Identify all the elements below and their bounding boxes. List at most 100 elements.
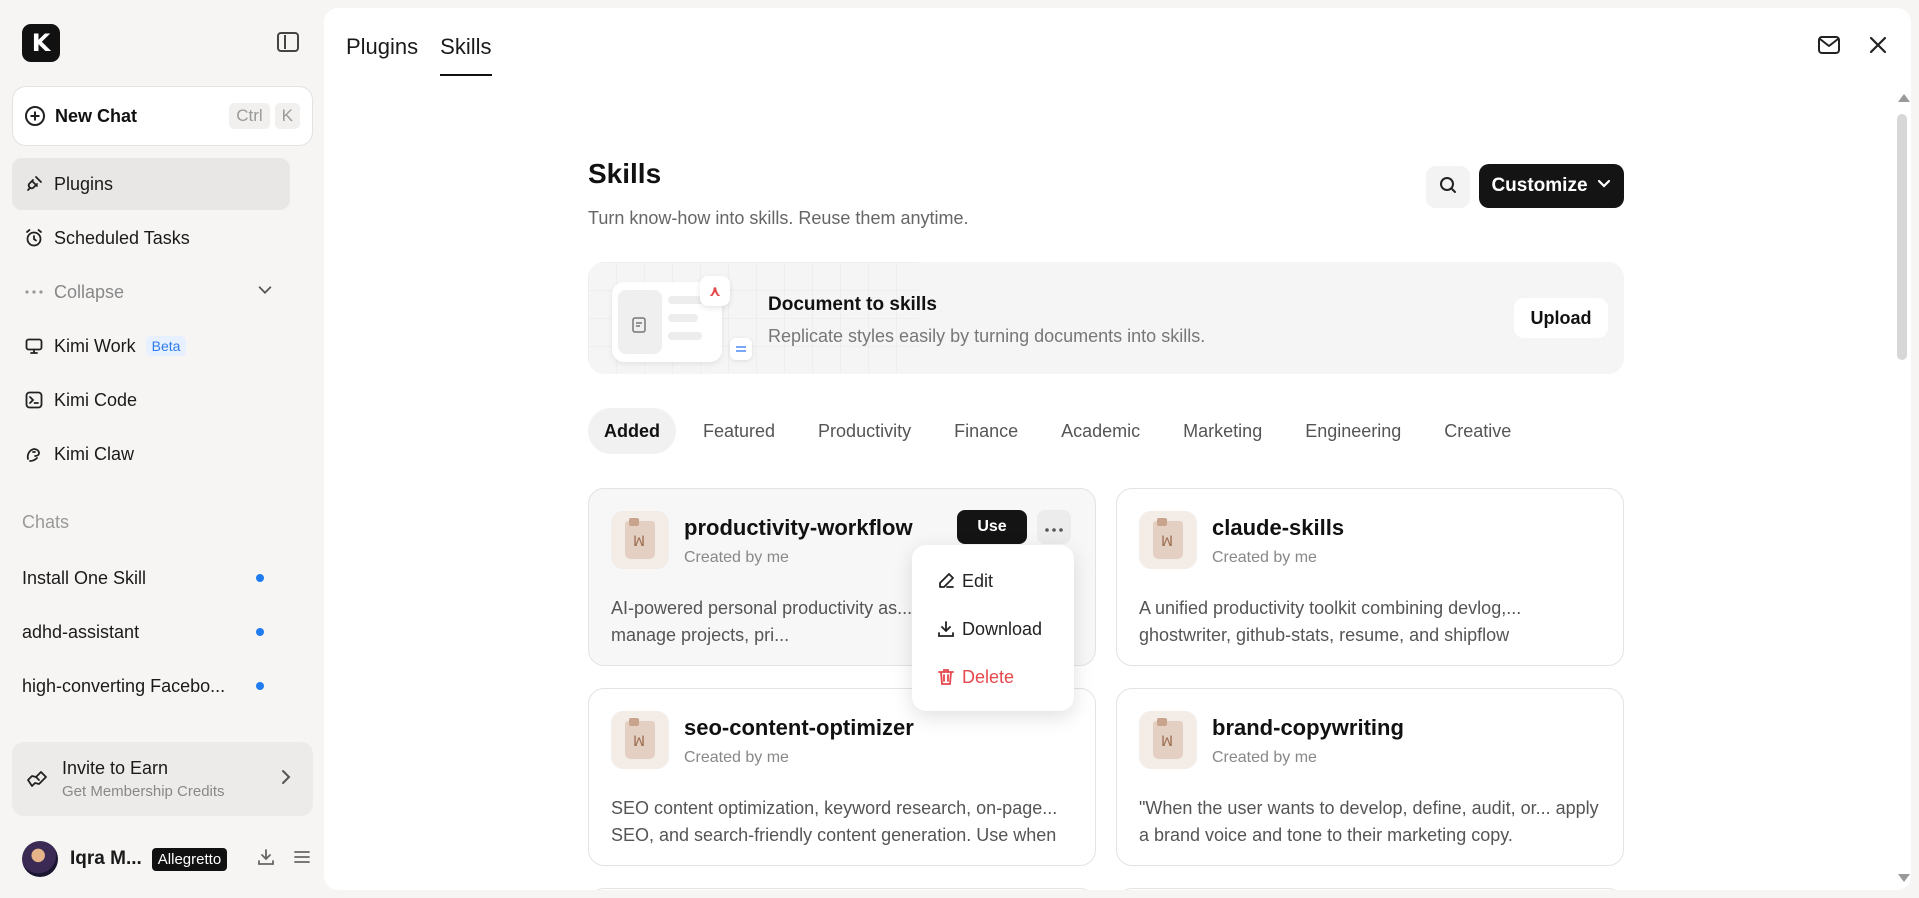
new-chat-label: New Chat [55,105,138,126]
plus-circle-icon [25,106,45,126]
skill-context-menu: Edit Download Delete [912,545,1074,711]
sidebar-item-scheduled-tasks[interactable]: Scheduled Tasks [12,212,290,264]
more-options-button[interactable] [1037,510,1071,544]
category-tab-engineering[interactable]: Engineering [1289,408,1417,454]
upload-button[interactable]: Upload [1514,298,1608,338]
skill-name: seo-content-optimizer [684,715,914,740]
sidebar-item-label: Collapse [54,281,125,302]
scroll-up-arrow[interactable] [1898,94,1910,102]
chat-item[interactable]: adhd-assistant [22,612,272,652]
customize-button[interactable]: Customize [1479,164,1624,208]
banner-subtitle: Replicate styles easily by turning docum… [768,326,1206,346]
beta-badge: Beta [145,336,187,356]
chat-title: high-converting Facebo... [22,675,226,696]
invite-title: Invite to Earn [62,758,169,778]
category-tab-productivity[interactable]: Productivity [802,408,927,454]
sidebar-item-label: Kimi Work [54,335,136,356]
scrollbar[interactable] [1893,88,1911,888]
invite-to-earn-button[interactable]: Invite to Earn Get Membership Credits [12,742,313,816]
kimi-logo[interactable]: K [22,24,60,62]
claw-icon [24,444,44,464]
download-icon[interactable] [256,847,276,872]
menu-item-delete[interactable]: Delete [912,653,1074,701]
category-tabs: Added Featured Productivity Finance Acad… [588,408,1538,454]
menu-icon[interactable] [292,847,312,872]
download-icon [938,621,954,637]
chat-item[interactable]: Install One Skill [22,558,272,598]
sidebar-item-plugins[interactable]: Plugins [12,158,290,210]
sidebar-item-label: Kimi Code [54,389,138,410]
skills-content: Skills Turn know-how into skills. Reuse … [588,158,1624,890]
sidebar: K New Chat Ctrl K Plugins Scheduled Task… [0,0,324,898]
menu-item-label: Delete [962,666,1015,687]
skill-scroll-icon [611,511,669,569]
sidebar-item-kimi-code[interactable]: Kimi Code [12,374,290,426]
document-to-skills-banner: ⋏ Document to skills Replicate styles ea… [588,262,1624,374]
unread-dot [256,682,264,690]
category-tab-featured[interactable]: Featured [687,408,791,454]
category-tab-marketing[interactable]: Marketing [1167,408,1278,454]
skill-name: brand-copywriting [1212,715,1404,740]
chat-title: Install One Skill [22,567,147,588]
skill-scroll-icon [1139,511,1197,569]
pdf-icon: ⋏ [700,276,730,306]
chat-item[interactable]: high-converting Facebo... [22,666,272,706]
skill-scroll-icon [611,711,669,769]
skill-card-seo-content-optimizer[interactable]: seo-content-optimizer Created by me SEO … [588,688,1096,866]
tab-plugins[interactable]: Plugins [346,34,418,76]
sidebar-item-kimi-work[interactable]: Kimi Work Beta [12,320,290,372]
menu-item-edit[interactable]: Edit [912,557,1074,605]
skill-scroll-icon [1139,711,1197,769]
unread-dot [256,574,264,582]
avatar[interactable] [22,841,58,877]
chats-section-label: Chats [22,512,70,532]
category-tab-finance[interactable]: Finance [938,408,1034,454]
invite-subtitle: Get Membership Credits [62,783,225,800]
scroll-thumb[interactable] [1897,114,1907,360]
sidebar-item-collapse[interactable]: Collapse [12,266,290,318]
sidebar-item-label: Kimi Claw [54,443,135,464]
main-panel: Plugins Skills Skills Turn know-how into… [324,8,1911,890]
menu-item-label: Edit [962,570,994,591]
category-tab-academic[interactable]: Academic [1045,408,1156,454]
skill-description: A unified productivity toolkit combining… [1139,598,1522,645]
skill-author: Created by me [1212,549,1317,566]
terminal-icon [24,390,44,410]
skill-card-partial[interactable] [588,888,1096,890]
skill-description: "When the user wants to develop, define,… [1139,798,1599,845]
menu-item-label: Download [962,618,1043,639]
alarm-clock-icon [24,228,44,248]
skill-name: productivity-workflow [684,515,913,540]
chevron-down-icon [256,281,274,304]
sidebar-item-label: Plugins [54,173,114,194]
shortcut-key-ctrl: Ctrl [229,103,270,129]
scroll-down-arrow[interactable] [1898,874,1910,882]
skill-card-partial[interactable] [1116,888,1624,890]
mail-icon[interactable] [1817,34,1841,61]
skill-card-claude-skills[interactable]: claude-skills Created by me A unified pr… [1116,488,1624,666]
new-chat-button[interactable]: New Chat Ctrl K [12,86,313,146]
close-icon[interactable] [1867,34,1889,61]
sidebar-item-label: Scheduled Tasks [54,227,190,248]
sidebar-item-kimi-claw[interactable]: Kimi Claw [12,428,290,480]
banner-title: Document to skills [768,294,937,315]
unread-dot [256,628,264,636]
chevron-down-icon [1596,175,1612,197]
use-skill-button[interactable]: Use [957,510,1027,544]
category-tab-creative[interactable]: Creative [1428,408,1527,454]
chat-title: adhd-assistant [22,621,140,642]
tab-skills[interactable]: Skills [440,34,492,76]
trash-icon [938,669,954,685]
category-tab-added[interactable]: Added [588,408,676,454]
menu-item-download[interactable]: Download [912,605,1074,653]
scroll-icon [632,317,646,333]
shortcut-hint: Ctrl K [229,103,300,129]
plug-icon [24,174,44,194]
skill-card-brand-copywriting[interactable]: brand-copywriting Created by me "When th… [1116,688,1624,866]
skill-name: claude-skills [1212,515,1345,540]
user-name[interactable]: Iqra M... [70,848,142,870]
skill-description: SEO content optimization, keyword resear… [611,798,1058,845]
search-button[interactable] [1426,166,1470,208]
skill-author: Created by me [684,749,789,766]
sidebar-toggle-icon[interactable] [277,32,299,52]
